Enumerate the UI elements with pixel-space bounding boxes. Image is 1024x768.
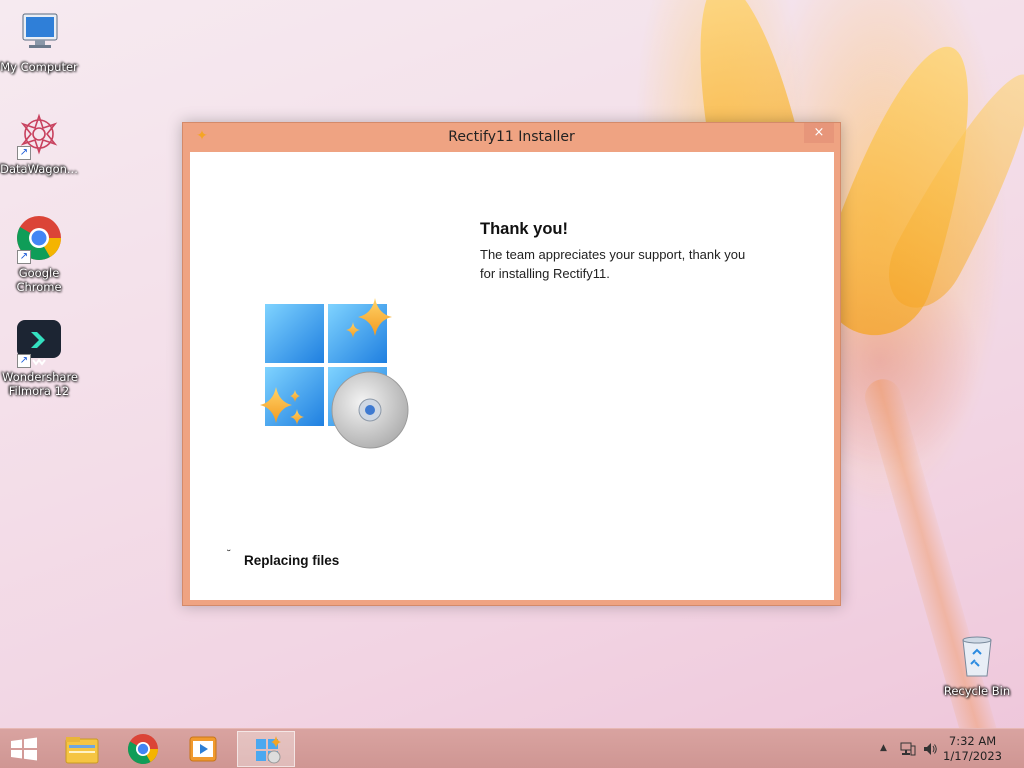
desktop-icon-label: Wondershare Filmora 12 xyxy=(2,370,79,398)
desktop-icon-my-computer[interactable]: My Computer xyxy=(0,8,78,74)
start-button[interactable] xyxy=(0,731,48,767)
rectify11-star-icon: ✦ xyxy=(196,128,208,144)
recycle-bin-icon xyxy=(953,632,1001,680)
shortcut-arrow-icon: ↗ xyxy=(17,354,31,368)
installer-window: ✦ Rectify11 Installer × Thank you! The t… xyxy=(182,122,841,606)
media-player-icon xyxy=(189,736,217,762)
shortcut-arrow-icon: ↗ xyxy=(17,250,31,264)
close-button[interactable]: × xyxy=(804,123,834,143)
clock-date: 1/17/2023 xyxy=(943,749,1002,763)
taskbar-clock[interactable]: 7:32 AM 1/17/2023 xyxy=(943,734,1002,764)
datawagon-icon: ↗ xyxy=(15,110,63,160)
desktop-icon-datawagon[interactable]: ↗ DataWagon... xyxy=(0,110,78,176)
windows-start-icon xyxy=(11,737,37,761)
taskbar: ▲ 7:32 AM 1/17/2023 xyxy=(0,728,1024,768)
desktop-icon-wondershare-filmora[interactable]: ↗ Wondershare Filmora 12 xyxy=(0,318,78,398)
thank-you-heading: Thank you! xyxy=(480,220,569,238)
progress-spinner-icon: ˘ xyxy=(226,548,232,561)
window-title: Rectify11 Installer xyxy=(448,129,575,145)
taskbar-media-player[interactable] xyxy=(174,731,232,767)
system-tray: ▲ 7:32 AM 1/17/2023 xyxy=(864,729,1024,768)
chrome-icon: ↗ xyxy=(15,214,63,264)
taskbar-rectify11-installer[interactable] xyxy=(237,731,295,767)
show-hidden-icons-icon[interactable]: ▲ xyxy=(880,743,887,753)
rectify11-installer-icon xyxy=(256,736,281,764)
desktop-icon-label: My Computer xyxy=(0,60,78,74)
rectify11-logo-icon xyxy=(260,292,420,462)
chrome-icon xyxy=(127,734,158,765)
desktop-icon-label: DataWagon... xyxy=(0,162,78,176)
file-explorer-icon xyxy=(65,737,99,764)
thank-you-message: The team appreciates your support, thank… xyxy=(480,247,746,281)
desktop-icon-label: Google Chrome xyxy=(16,266,62,294)
clock-time: 7:32 AM xyxy=(948,734,997,748)
installer-content: Thank you! The team appreciates your sup… xyxy=(190,152,834,600)
network-icon[interactable] xyxy=(900,741,916,760)
wallpaper-stem xyxy=(860,375,1012,768)
window-titlebar[interactable]: ✦ Rectify11 Installer × xyxy=(183,123,840,152)
volume-icon[interactable] xyxy=(922,741,938,760)
desktop-icon-google-chrome[interactable]: ↗ Google Chrome xyxy=(0,214,78,294)
desktop-icon-recycle-bin[interactable]: Recycle Bin xyxy=(938,632,1016,698)
taskbar-file-explorer[interactable] xyxy=(54,731,112,767)
taskbar-chrome[interactable] xyxy=(114,731,172,767)
shortcut-arrow-icon: ↗ xyxy=(17,146,31,160)
computer-icon xyxy=(15,8,63,56)
install-status: Replacing files xyxy=(244,553,340,568)
filmora-icon: ↗ xyxy=(15,318,63,368)
desktop-icon-label: Recycle Bin xyxy=(943,684,1011,698)
